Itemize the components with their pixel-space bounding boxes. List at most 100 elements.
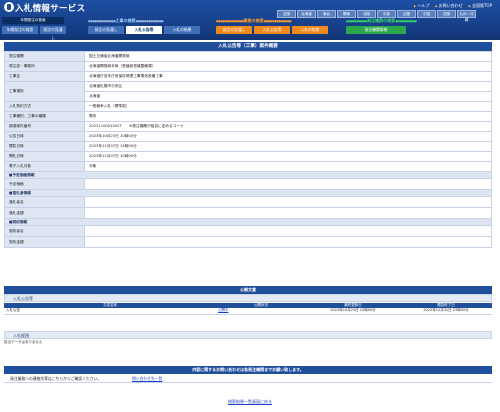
doc-end: 2023年12月31日 23時00分 — [400, 308, 492, 315]
field-label: 落札者名 — [4, 196, 85, 208]
field-label: 契約金額 — [4, 236, 85, 248]
region-tab-chubu[interactable]: 中部 — [377, 10, 396, 18]
field-label: 電子入札対象 — [4, 161, 85, 172]
inquiry-text: 発注業務への連絡先等はこちらからご確認ください。 — [10, 376, 102, 381]
section-header-winner: ■落札者情報 — [4, 189, 492, 197]
group-label-construction: ●●●●●●●●●●●●●工事の検索●●●●●●●●●●●●● — [88, 18, 164, 23]
field-value: 北海道 — [84, 91, 492, 102]
field-label: 契約者名 — [4, 225, 85, 237]
table-row: 工事場所 北海道札幌市中央区 — [4, 81, 492, 102]
field-value: 2023年11月07日 10時00分 — [84, 151, 492, 162]
tab-construction-results[interactable]: 入札の結果 — [164, 26, 200, 34]
group-label-agency: ●●●●●●●●●●発注機関の検索●●●●●●●●●● — [346, 18, 417, 23]
field-label: 開札日時 — [4, 151, 85, 162]
national-top-link[interactable]: 全国版TOP — [469, 3, 492, 9]
table-row: 発注機関 国土交通省北海道開発局 — [4, 51, 492, 62]
table-row: 電子入札対象 対象 — [4, 161, 492, 172]
app-header: 入札情報サービス ヘルプ お問い合わせ 全国版TOP 全国 北海道 東北 関東 … — [0, 0, 500, 40]
field-value: 国土交通省北海道開発局 — [84, 51, 492, 62]
field-value: 2023年10月23日 10時00分 — [84, 131, 492, 142]
region-tab-kinki[interactable]: 近畿 — [397, 10, 416, 18]
field-value: 2023110051002T ※発注機関が独自に定めるコード — [84, 121, 492, 132]
field-label: 発注機関 — [4, 51, 85, 62]
field-label: 閲覧日時 — [4, 141, 85, 152]
field-value — [84, 196, 492, 208]
table-row: 開札日時 2023年11月07日 10時00分 — [4, 151, 492, 162]
field-value: 2023年11月07日 14時00分 — [84, 141, 492, 152]
field-value: 一般競争入札（標準型） — [84, 101, 492, 112]
field-value: 対象 — [84, 161, 492, 172]
back-to-results-link[interactable]: 検索結果一覧画面に戻る — [0, 399, 500, 405]
table-row: 工事種別／工事の種類 電気 — [4, 111, 492, 122]
field-value — [84, 236, 492, 248]
doc-status-link[interactable]: 公開中 — [216, 308, 306, 315]
table-row: 公告日時 2023年10月23日 10時00分 — [4, 131, 492, 142]
inquiry-list-link[interactable]: 問い合わせ先一覧 — [132, 374, 162, 383]
section-header-contract: ■契約情報 — [4, 218, 492, 226]
region-nav: 全国 北海道 東北 関東 北陸 中部 近畿 中国 四国 九州・沖縄 — [277, 10, 476, 22]
results-empty-text: 該当データはありません — [4, 340, 43, 344]
table-row: 閲覧日時 2023年11月07日 14時00分 — [4, 141, 492, 152]
table-row: 調達案件番号 2023110051002T ※発注機関が独自に定めるコード — [4, 121, 492, 132]
table-row: 契約者名 — [4, 225, 492, 237]
field-label: 発注部・事務所 — [4, 61, 85, 72]
field-value: 北海道開発局本局（営繕部営繕整備課） — [84, 61, 492, 72]
group-label-services: ●●●●●●●●●●●●●業務の検索●●●●●●●●●●●●● — [216, 18, 292, 23]
doc-name: 入札公告 — [4, 308, 216, 315]
project-info-table: 発注機関 国土交通省北海道開発局 発注部・事務所 北海道開発局本局（営繕部営繕整… — [4, 51, 492, 248]
tab-construction-notices[interactable]: 入札公告等 — [126, 26, 162, 34]
app-title: 入札情報サービス — [15, 4, 86, 14]
page-title: 入札公告等（工事）案件概要 — [4, 42, 492, 51]
field-value: 北海道札幌市中央区 — [84, 81, 492, 92]
table-row: 落札者名 — [4, 196, 492, 208]
field-value: 電気 — [84, 111, 492, 122]
field-label: 落札金額 — [4, 207, 85, 219]
region-tab-chugoku[interactable]: 中国 — [417, 10, 436, 18]
table-row: 落札金額 — [4, 207, 492, 219]
table-row: 契約金額 — [4, 236, 492, 248]
section-header-schedule: ■予定価格情報 — [4, 171, 492, 179]
region-tab-kyushu[interactable]: 九州・沖縄 — [457, 10, 476, 22]
tabs-annual: 年間発注の検索 発注の見通し — [2, 26, 66, 40]
documents-table: 文書名称 公開状況 最終更新日 閲覧終了日 入札公告 公開中 2023年10月2… — [4, 303, 492, 315]
logo-icon — [4, 2, 14, 12]
region-tab-kanto[interactable]: 関東 — [337, 10, 356, 18]
field-label: 工事場所 — [4, 81, 85, 102]
field-value — [84, 178, 492, 190]
table-row: 工事名 北海道庁旧本庁舎保存修理工事電気設備工事 — [4, 71, 492, 82]
doc-updated: 2023年10月23日 10時00分 — [306, 308, 400, 315]
tabs-services: 発注の見通し 入札公告等 入札の結果 — [216, 26, 328, 34]
tab-services-notices[interactable]: 入札公告等 — [254, 26, 290, 34]
tab-agency-info[interactable]: 発注機関情報 — [346, 26, 406, 34]
field-label: 工事名 — [4, 71, 85, 82]
tab-annual-search[interactable]: 年間発注の検索 — [2, 26, 38, 34]
tab-services-results[interactable]: 入札の結果 — [292, 26, 328, 34]
region-tab-hokkaido[interactable]: 北海道 — [297, 10, 316, 18]
inquiry-row: 発注業務への連絡先等はこちらからご確認ください。 問い合わせ先一覧 — [4, 374, 492, 383]
region-tab-hokuriku[interactable]: 北陸 — [357, 10, 376, 18]
annual-order-search-label: 年間発注の検索 — [2, 17, 64, 24]
tab-construction-outlook[interactable]: 発注の見通し — [88, 26, 124, 34]
help-link[interactable]: ヘルプ — [414, 3, 429, 9]
field-label: 入札契約方式 — [4, 101, 85, 112]
field-label: 工事種別／工事の種類 — [4, 111, 85, 122]
notices-subheader: 入札公告等 — [4, 294, 492, 302]
field-value — [84, 225, 492, 237]
region-tab-tohoku[interactable]: 東北 — [317, 10, 336, 18]
field-label: 予定価格 — [4, 178, 85, 190]
inquiry-bar: 内容に関するお問い合わせは各発注機関までお願い致します。 — [4, 366, 492, 374]
field-label: 調達案件番号 — [4, 121, 85, 132]
tab-annual-outlook[interactable]: 発注の見通し — [40, 26, 66, 40]
table-row: 発注部・事務所 北海道開発局本局（営繕部営繕整備課） — [4, 61, 492, 72]
region-tab-national[interactable]: 全国 — [277, 10, 296, 18]
tabs-agency: 発注機関情報 — [346, 26, 406, 34]
table-row: 予定価格 — [4, 178, 492, 190]
tab-services-outlook[interactable]: 発注の見通し — [216, 26, 252, 34]
region-tab-shikoku[interactable]: 四国 — [437, 10, 456, 18]
field-value — [84, 207, 492, 219]
contact-link[interactable]: お問い合わせ — [435, 3, 463, 9]
results-subheader: 入札経過 — [4, 331, 492, 339]
tabs-construction: 発注の見通し 入札公告等 入札の結果 — [88, 26, 200, 34]
table-row: 入札契約方式 一般競争入札（標準型） — [4, 101, 492, 112]
top-links: ヘルプ お問い合わせ 全国版TOP — [414, 3, 492, 9]
